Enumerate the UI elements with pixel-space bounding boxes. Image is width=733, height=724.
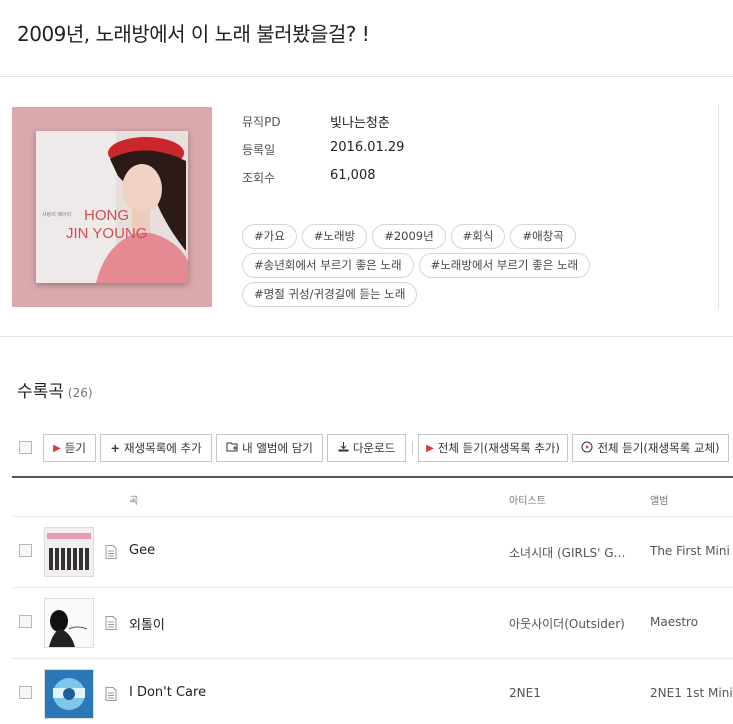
song-title[interactable]: Gee <box>129 543 155 558</box>
add-album-label: 내 앨범에 담기 <box>242 441 313 455</box>
date-label: 등록일 <box>242 143 276 157</box>
divider <box>0 336 733 337</box>
replay-icon <box>581 441 593 456</box>
row-divider <box>12 587 733 588</box>
divider <box>0 76 733 77</box>
tag[interactable]: #애창곡 <box>510 224 576 249</box>
play-all-replace-button[interactable]: 전체 듣기(재생목록 교체) <box>572 434 729 462</box>
tag[interactable]: #회식 <box>450 224 506 249</box>
tag[interactable]: #명절 귀성/귀경길에 듣는 노래 <box>242 282 418 307</box>
row-checkbox[interactable] <box>19 615 32 628</box>
row-divider <box>12 658 733 659</box>
pd-value[interactable]: 빛나는청춘 <box>330 112 390 131</box>
album-art: 사랑의 메아리 HONG JIN YOUNG <box>36 131 188 283</box>
play-all-add-button[interactable]: ▶ 전체 듣기(재생목록 추가) <box>418 434 568 462</box>
row-checkbox[interactable] <box>19 544 32 557</box>
lyrics-icon[interactable] <box>105 615 117 630</box>
cover-name-2: JIN YOUNG <box>66 225 148 242</box>
folder-plus-icon <box>226 441 238 455</box>
table-header-line <box>12 476 733 478</box>
views-label: 조회수 <box>242 171 276 185</box>
lyrics-icon[interactable] <box>105 544 117 559</box>
lyrics-icon[interactable] <box>105 686 117 701</box>
views-value: 61,008 <box>330 168 376 183</box>
column-header-song: 곡 <box>129 496 139 507</box>
artist-name[interactable]: 소녀시대 (GIRLS' G… <box>509 544 626 561</box>
play-all-add-label: 전체 듣기(재생목록 추가) <box>437 441 560 455</box>
pd-label: 뮤직PD <box>242 115 281 129</box>
tag[interactable]: #노래방 <box>301 224 368 249</box>
download-button[interactable]: 다운로드 <box>327 434 406 462</box>
artist-name[interactable]: 2NE1 <box>509 686 541 700</box>
listen-button[interactable]: ▶ 듣기 <box>43 434 96 462</box>
add-playlist-label: 재생목록에 추가 <box>123 441 202 455</box>
toolbar-separator <box>412 441 413 455</box>
playlist-cover[interactable]: 사랑의 메아리 HONG JIN YOUNG <box>12 107 212 307</box>
tag[interactable]: #송년회에서 부르기 좋은 노래 <box>242 253 414 278</box>
album-name[interactable]: 2NE1 1st Mini A <box>650 686 733 700</box>
section-title: 수록곡 (26) <box>17 377 93 402</box>
add-playlist-button[interactable]: + 재생목록에 추가 <box>100 434 212 462</box>
date-value: 2016.01.29 <box>330 140 405 155</box>
album-thumbnail[interactable] <box>44 598 94 648</box>
divider <box>718 105 719 310</box>
play-icon: ▶ <box>53 442 61 454</box>
add-album-button[interactable]: 내 앨범에 담기 <box>216 434 323 462</box>
play-all-replace-label: 전체 듣기(재생목록 교체) <box>597 441 720 455</box>
listen-label: 듣기 <box>64 441 86 455</box>
cover-name-1: HONG <box>84 207 129 224</box>
tag-list: #가요 #노래방 #2009년 #회식 #애창곡 #송년회에서 부르기 좋은 노래 #노래… <box>242 224 642 311</box>
download-label: 다운로드 <box>352 441 396 455</box>
album-name[interactable]: Maestro <box>650 615 698 629</box>
song-title[interactable]: I Don't Care <box>129 685 206 700</box>
section-count: (26) <box>67 386 93 400</box>
cover-small-text: 사랑의 메아리 <box>42 212 72 218</box>
row-checkbox[interactable] <box>19 686 32 699</box>
album-name[interactable]: The First Mini A <box>650 544 733 558</box>
song-title[interactable]: 외톨이 <box>129 614 165 633</box>
album-thumbnail[interactable] <box>44 527 94 577</box>
artist-name[interactable]: 아웃사이더(Outsider) <box>509 615 625 632</box>
section-title-text: 수록곡 <box>17 382 64 402</box>
plus-icon: + <box>110 441 120 455</box>
tag[interactable]: #가요 <box>242 224 297 249</box>
album-thumbnail[interactable] <box>44 669 94 719</box>
select-all-checkbox[interactable] <box>19 441 32 454</box>
page-title: 2009년, 노래방에서 이 노래 불러봤을걸? ! <box>17 22 370 46</box>
row-divider <box>12 516 733 517</box>
column-header-artist: 아티스트 <box>509 496 546 507</box>
download-icon <box>338 441 349 455</box>
play-icon: ▶ <box>426 442 434 454</box>
tag[interactable]: #노래방에서 부르기 좋은 노래 <box>418 253 591 278</box>
tag[interactable]: #2009년 <box>372 224 446 249</box>
column-header-album: 앨범 <box>650 496 669 507</box>
